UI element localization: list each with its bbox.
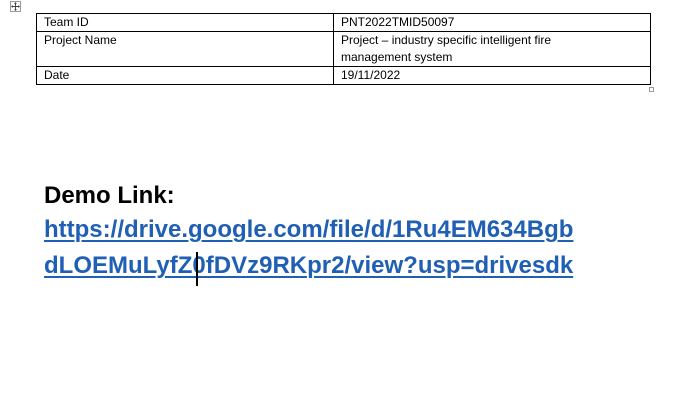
table-move-handle-icon[interactable]: [10, 1, 21, 12]
demo-link-line-2: dLOEMuLyfZ0fDVz9RKpr2/view?usp=drivesdk: [44, 252, 574, 279]
table-resize-handle[interactable]: [649, 87, 654, 92]
project-name-value: Project – industry specific intelligent …: [333, 31, 651, 67]
move-arrows-icon: [11, 2, 20, 11]
demo-link-label: Demo Link:: [44, 182, 175, 209]
project-name-label: Project Name: [36, 31, 334, 67]
team-id-value-line: PNT2022TMID50097: [341, 15, 455, 29]
date-value-line: 19/11/2022: [341, 68, 401, 82]
demo-link-line-1: https://drive.google.com/file/d/1Ru4EM63…: [44, 216, 574, 243]
team-id-value: PNT2022TMID50097: [333, 13, 651, 32]
project-info-table: Team ID PNT2022TMID50097 Project Name Pr…: [36, 13, 651, 85]
project-name-line-2: management system: [341, 50, 453, 64]
project-name-line-1: Project – industry specific intelligent …: [341, 33, 552, 47]
table-row: Project Name Project – industry specific…: [36, 31, 651, 67]
team-id-label: Team ID: [36, 13, 334, 32]
demo-link[interactable]: https://drive.google.com/file/d/1Ru4EM63…: [44, 212, 684, 284]
date-value: 19/11/2022: [333, 66, 651, 85]
demo-section: Demo Link: https://drive.google.com/file…: [44, 178, 684, 286]
text-cursor: [196, 252, 198, 286]
date-label: Date: [36, 66, 334, 85]
table-row: Team ID PNT2022TMID50097: [36, 13, 651, 32]
table-row: Date 19/11/2022: [36, 66, 651, 85]
